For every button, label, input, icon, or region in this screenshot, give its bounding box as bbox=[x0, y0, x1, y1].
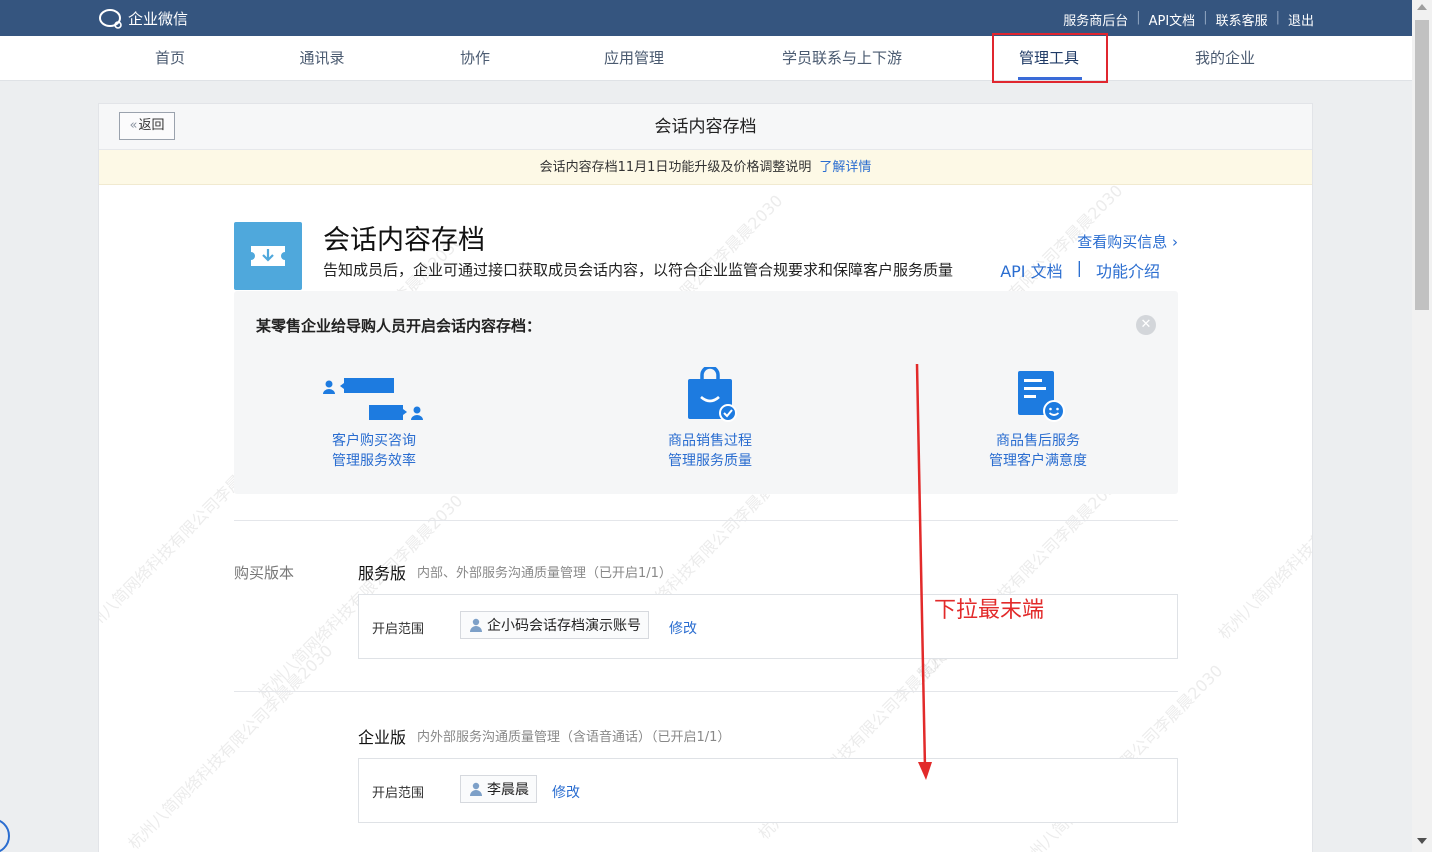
link-provider-console[interactable]: 服务商后台 bbox=[1063, 10, 1128, 29]
wecom-logo[interactable]: 企业微信 bbox=[98, 8, 188, 29]
scroll-thumb[interactable] bbox=[1415, 20, 1429, 310]
doc-links: API 文档 | 功能介绍 bbox=[1000, 258, 1160, 282]
feature-line2: 管理客户满意度 bbox=[989, 453, 1087, 469]
notice-bar: 会话内容存档11月1日功能升级及价格调整说明 了解详情 bbox=[99, 150, 1312, 185]
feature-line1: 商品售后服务 bbox=[996, 433, 1080, 449]
example-title: 某零售企业给导购人员开启会话内容存档： bbox=[256, 317, 542, 335]
buy-info-label: 查看购买信息 bbox=[1077, 233, 1168, 251]
scroll-down-arrow-icon[interactable] bbox=[1417, 838, 1427, 844]
wecom-logo-icon bbox=[99, 8, 122, 29]
view-purchase-info-link[interactable]: 查看购买信息 › bbox=[1077, 231, 1178, 252]
feature-sales-process: 商品销售过程 管理服务质量 bbox=[610, 363, 810, 471]
plan-scope-box: 开启范围 企小码会话存档演示账号 修改 bbox=[358, 594, 1178, 659]
person-icon bbox=[470, 782, 482, 796]
member-name: 李晨晨 bbox=[487, 782, 529, 798]
chat-bubbles-icon bbox=[323, 378, 423, 420]
feature-line2: 管理服务效率 bbox=[332, 453, 416, 469]
feature-line2: 管理服务质量 bbox=[668, 453, 752, 469]
scope-label: 开启范围 bbox=[372, 786, 425, 801]
section-divider bbox=[234, 520, 1178, 521]
purchase-section-label: 购买版本 bbox=[234, 564, 295, 582]
app-title: 会话内容存档 bbox=[323, 225, 485, 256]
shopping-bag-icon bbox=[688, 367, 737, 422]
member-name: 企小码会话存档演示账号 bbox=[487, 618, 641, 634]
example-panel: 某零售企业给导购人员开启会话内容存档： ✕ 客户购买咨询 管理服务效率 商品销售… bbox=[234, 291, 1178, 494]
modify-link[interactable]: 修改 bbox=[669, 618, 697, 638]
link-contact-support[interactable]: 联系客服 bbox=[1216, 10, 1268, 29]
chevron-right-icon: › bbox=[1172, 233, 1178, 251]
watermark: 杭州八简网络科技有限公司李晨晨2030 bbox=[124, 641, 337, 852]
page-title: 会话内容存档 bbox=[654, 117, 757, 137]
feature-customer-consult: 客户购买咨询 管理服务效率 bbox=[274, 363, 474, 471]
logo-text: 企业微信 bbox=[128, 10, 189, 28]
card-header: 会话内容存档 «返回 bbox=[99, 104, 1312, 150]
close-circle-icon[interactable]: ✕ bbox=[1136, 315, 1156, 335]
floating-help-button[interactable] bbox=[0, 818, 10, 852]
content-card: 会话内容存档 «返回 会话内容存档11月1日功能升级及价格调整说明 了解详情 杭州… bbox=[98, 103, 1313, 852]
back-button[interactable]: «返回 bbox=[119, 112, 175, 140]
page-scrollbar[interactable] bbox=[1412, 0, 1432, 852]
scroll-up-arrow-icon[interactable] bbox=[1417, 4, 1427, 10]
annotation-highlight-box bbox=[992, 33, 1108, 83]
nav-my-company[interactable]: 我的企业 bbox=[1195, 36, 1255, 81]
nav-collaboration[interactable]: 协作 bbox=[460, 36, 490, 81]
top-links: 服务商后台 | API文档 | 联系客服 | 退出 bbox=[1063, 10, 1314, 29]
app-description: 告知成员后，企业可通过接口获取成员会话内容，以符合企业监管合规要求和保障客户服务… bbox=[323, 261, 954, 279]
notice-text: 会话内容存档11月1日功能升级及价格调整说明 bbox=[539, 160, 812, 175]
separator: | bbox=[1076, 258, 1082, 277]
nav-home[interactable]: 首页 bbox=[155, 36, 185, 81]
double-chevron-left-icon: « bbox=[129, 118, 138, 133]
nav-student-upstream[interactable]: 学员联系与上下游 bbox=[782, 36, 902, 81]
download-box-icon bbox=[251, 246, 285, 266]
separator: | bbox=[1275, 10, 1280, 25]
plan-name: 服务版 bbox=[358, 564, 407, 583]
main-nav: 首页 通讯录 协作 应用管理 学员联系与上下游 管理工具 我的企业 bbox=[0, 36, 1412, 81]
notice-link[interactable]: 了解详情 bbox=[819, 160, 871, 175]
member-tag: 企小码会话存档演示账号 bbox=[460, 611, 649, 639]
plan-scope-box: 开启范围 李晨晨 修改 bbox=[358, 758, 1178, 823]
back-label: 返回 bbox=[138, 118, 165, 133]
section-divider bbox=[234, 691, 1178, 692]
modify-link[interactable]: 修改 bbox=[552, 782, 580, 802]
feature-line1: 客户购买咨询 bbox=[332, 433, 416, 449]
nav-contacts[interactable]: 通讯录 bbox=[299, 36, 344, 81]
document-smile-icon bbox=[1018, 371, 1065, 422]
plan-description: 内部、外部服务沟通质量管理（已开启1/1） bbox=[417, 566, 672, 581]
feature-intro-link[interactable]: 功能介绍 bbox=[1096, 258, 1160, 282]
plan-description: 内外部服务沟通质量管理（含语音通话）（已开启1/1） bbox=[417, 730, 731, 745]
link-logout[interactable]: 退出 bbox=[1288, 10, 1314, 29]
watermark: 杭州八简网络科技有限公司李晨晨2030 bbox=[1214, 431, 1313, 644]
api-doc-link[interactable]: API 文档 bbox=[1000, 258, 1062, 282]
plan-name: 企业版 bbox=[358, 728, 407, 747]
archive-app-icon bbox=[234, 222, 302, 290]
separator: | bbox=[1203, 10, 1208, 25]
top-bar: 企业微信 服务商后台 | API文档 | 联系客服 | 退出 bbox=[0, 0, 1412, 36]
annotation-text: 下拉最末端 bbox=[934, 598, 1045, 623]
feature-after-sales: 商品售后服务 管理客户满意度 bbox=[938, 363, 1138, 471]
feature-line1: 商品销售过程 bbox=[668, 433, 752, 449]
link-api-docs[interactable]: API文档 bbox=[1149, 10, 1196, 29]
member-tag: 李晨晨 bbox=[460, 775, 537, 803]
person-icon bbox=[470, 618, 482, 632]
nav-app-management[interactable]: 应用管理 bbox=[604, 36, 664, 81]
scope-label: 开启范围 bbox=[372, 622, 425, 637]
separator: | bbox=[1136, 10, 1141, 25]
